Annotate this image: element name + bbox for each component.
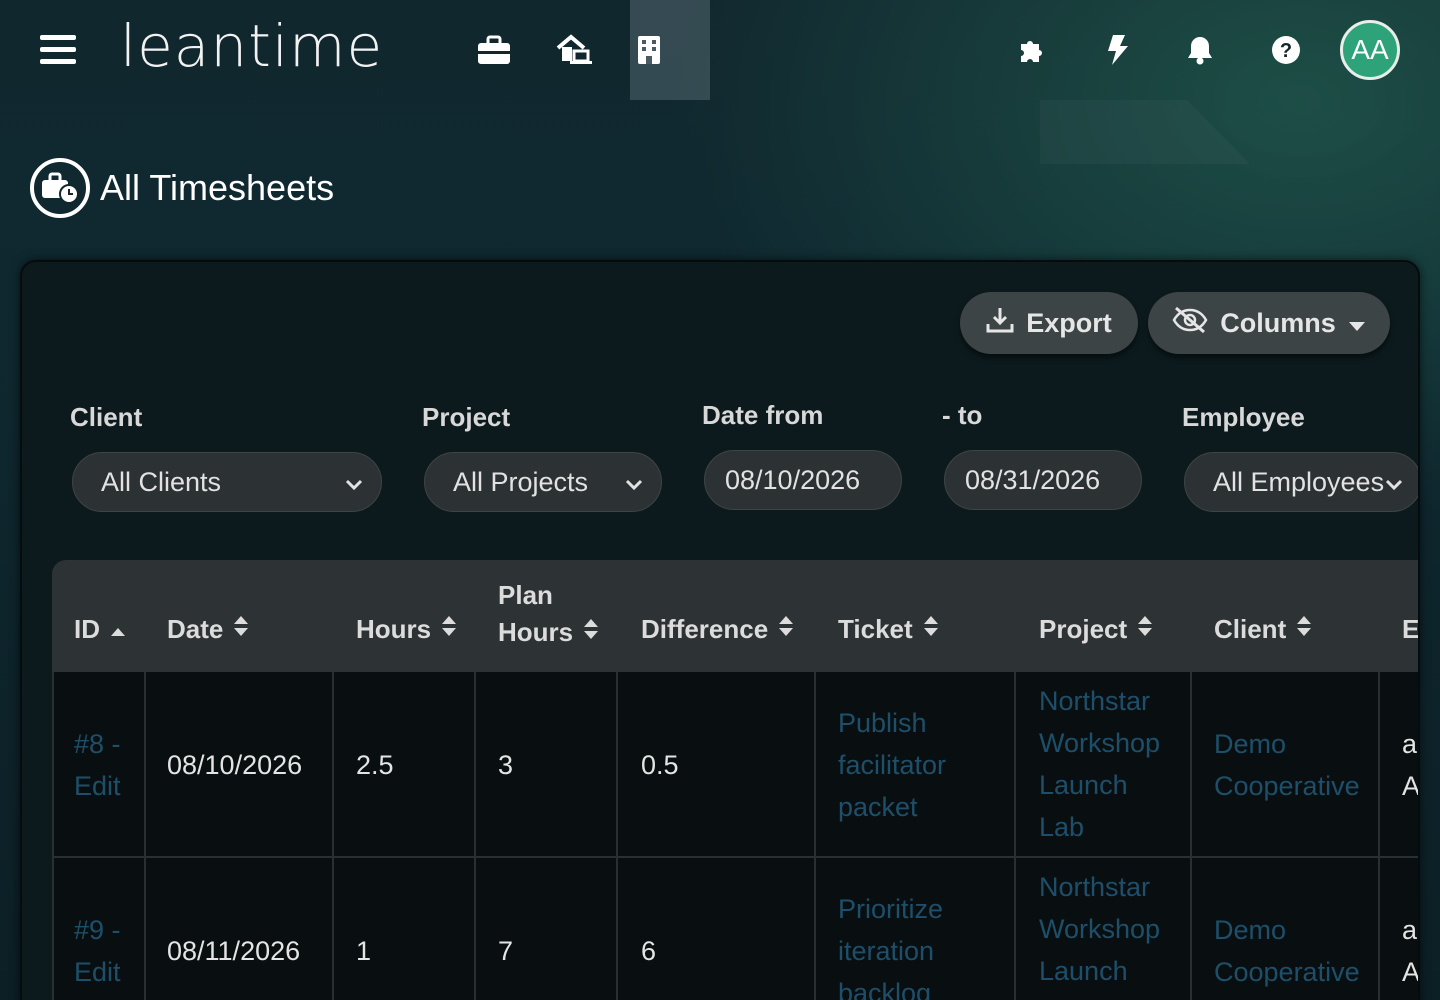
page-title: All Timesheets <box>100 167 335 208</box>
sort-icon <box>233 614 249 645</box>
columns-button[interactable]: Columns <box>1148 292 1390 354</box>
date-to-label: - to <box>942 400 983 430</box>
user-avatar[interactable]: AA <box>1340 20 1400 80</box>
top-navigation-bar: leantime ? AA <box>0 0 1440 100</box>
row-hours: 2.5 <box>356 750 394 780</box>
employee-filter-label: Employee <box>1182 402 1305 432</box>
client-select-value: All Clients <box>101 466 222 497</box>
chevron-down-icon <box>1383 471 1405 502</box>
menu-toggle-icon[interactable] <box>40 35 76 67</box>
row-ticket-link[interactable]: Publish facilitator packet <box>838 702 946 828</box>
timesheets-card: Export Columns Client All Clients Projec… <box>20 260 1420 1000</box>
column-header-client[interactable]: Client <box>1214 614 1312 645</box>
leantime-logo[interactable]: leantime <box>120 12 383 80</box>
project-select-value: All Projects <box>453 466 589 497</box>
eye-slash-icon <box>1172 306 1208 341</box>
client-filter-label: Client <box>70 402 143 432</box>
sort-icon <box>583 617 599 648</box>
row-edit-link[interactable]: #9 - Edit <box>74 909 121 993</box>
column-header-hours[interactable]: Hours <box>356 614 457 645</box>
project-select[interactable]: All Projects <box>424 452 662 512</box>
column-header-project[interactable]: Project <box>1039 614 1153 645</box>
employee-select-value: All Employees <box>1213 466 1385 497</box>
building-icon[interactable] <box>624 25 674 75</box>
export-label: Export <box>1026 307 1112 338</box>
column-header-employee[interactable]: E <box>1402 614 1418 645</box>
chevron-down-icon <box>343 471 365 502</box>
puzzle-icon[interactable] <box>1007 25 1057 75</box>
row-date: 08/11/2026 <box>167 936 301 966</box>
home-laptop-icon[interactable] <box>550 25 600 75</box>
project-filter-label: Project <box>422 402 511 432</box>
row-client-link[interactable]: Demo Cooperative <box>1214 723 1360 807</box>
date-from-label: Date from <box>702 400 824 430</box>
column-header-ticket[interactable]: Ticket <box>838 614 939 645</box>
row-date: 08/10/2026 <box>167 750 303 780</box>
briefcase-icon[interactable] <box>469 25 519 75</box>
column-header-id[interactable]: ID <box>74 614 126 645</box>
timesheets-table: ID Date Hours Plan Hours Difference Tick… <box>52 560 1420 1000</box>
timesheet-icon <box>30 158 90 218</box>
row-ticket-link[interactable]: Prioritize iteration backlog <box>838 888 943 1000</box>
bell-icon[interactable] <box>1175 25 1225 75</box>
row-plan-hours: 7 <box>498 936 514 966</box>
svg-text:?: ? <box>1280 40 1292 62</box>
row-client-link[interactable]: Demo Cooperative <box>1214 909 1360 993</box>
table-header: ID Date Hours Plan Hours Difference Tick… <box>52 560 1418 672</box>
column-header-difference[interactable]: Difference <box>641 614 794 645</box>
caret-down-icon <box>1348 308 1366 339</box>
client-select[interactable]: All Clients <box>72 452 382 512</box>
column-header-plan-hours[interactable]: Plan Hours <box>498 580 599 648</box>
export-button[interactable]: Export <box>960 292 1138 354</box>
row-edit-link[interactable]: #8 - Edit <box>74 723 121 807</box>
sort-asc-icon <box>110 614 126 645</box>
columns-label: Columns <box>1220 307 1336 338</box>
sort-icon <box>778 614 794 645</box>
sort-icon <box>923 614 939 645</box>
table-row: #9 - Edit 08/11/2026 1 7 6 Prioritize iter… <box>52 858 1420 1000</box>
employee-select[interactable]: All Employees <box>1184 452 1418 512</box>
table-row: #8 - Edit 08/10/2026 2.5 3 0.5 Publish fac… <box>52 672 1420 858</box>
row-plan-hours: 3 <box>498 750 514 780</box>
help-icon[interactable]: ? <box>1261 25 1311 75</box>
row-project-link[interactable]: Northstar Workshop Launch Lab <box>1039 680 1160 848</box>
row-project-link[interactable]: Northstar Workshop Launch <box>1039 866 1160 992</box>
row-employee: adA <box>1402 915 1420 987</box>
sort-icon <box>1296 614 1312 645</box>
chevron-down-icon <box>623 471 645 502</box>
row-difference: 6 <box>641 936 657 966</box>
sort-icon <box>1137 614 1153 645</box>
page-heading: All Timesheets <box>30 158 334 218</box>
download-icon <box>986 306 1014 341</box>
date-to-input[interactable]: 08/31/2026 <box>944 450 1142 510</box>
sort-icon <box>441 614 457 645</box>
row-employee: adA <box>1402 729 1420 801</box>
column-header-date[interactable]: Date <box>167 614 249 645</box>
bolt-icon[interactable] <box>1092 25 1142 75</box>
row-hours: 1 <box>356 936 372 966</box>
row-difference: 0.5 <box>641 750 679 780</box>
date-from-input[interactable]: 08/10/2026 <box>704 450 902 510</box>
